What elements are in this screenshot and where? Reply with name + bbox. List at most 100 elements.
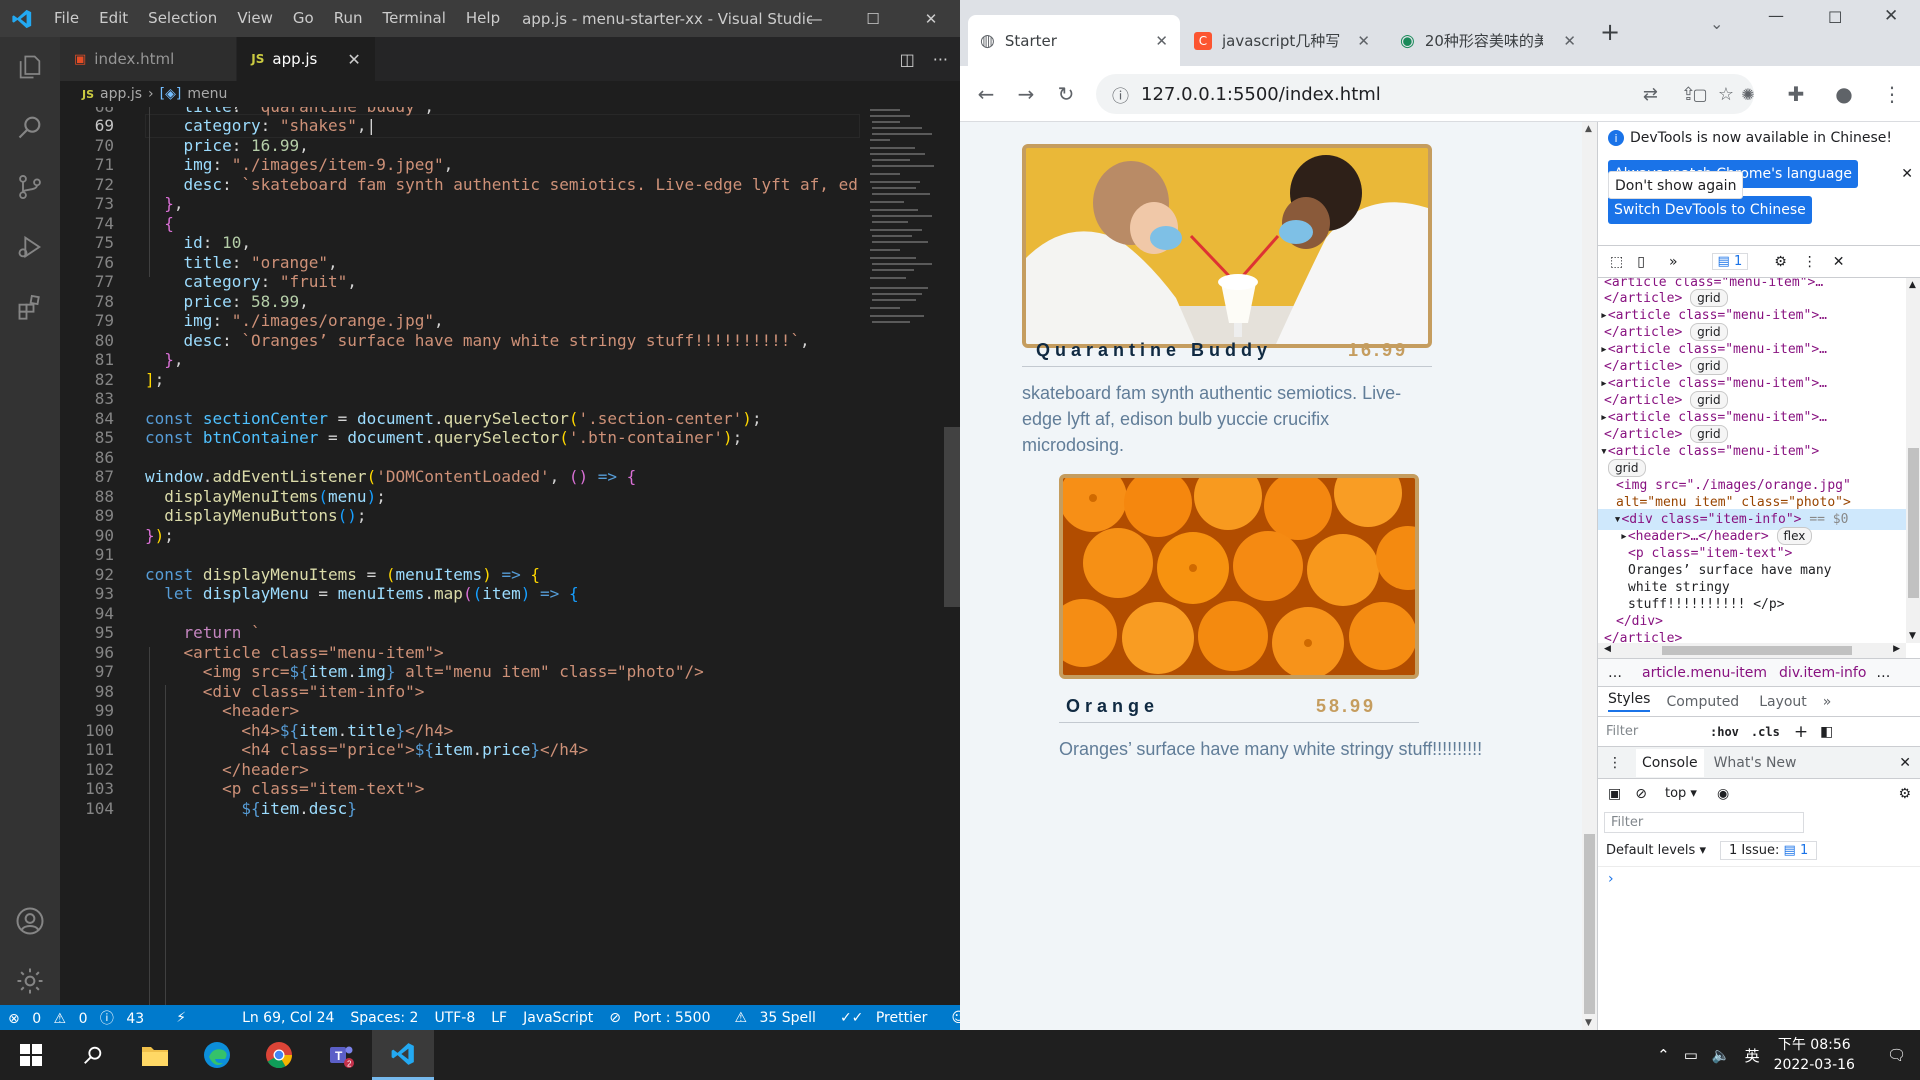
close-tab-icon[interactable]: ✕ bbox=[1155, 32, 1168, 50]
close-tab-icon[interactable]: ✕ bbox=[1357, 32, 1370, 50]
menu-view[interactable]: View bbox=[227, 0, 283, 37]
spell-status[interactable]: ⚠ 35 Spell bbox=[726, 1010, 831, 1026]
scroll-up-arrow-icon[interactable]: ▲ bbox=[1585, 124, 1592, 134]
browser-tab-starter[interactable]: ◍ Starter ✕ bbox=[968, 15, 1180, 66]
minimap[interactable] bbox=[860, 107, 944, 1005]
language-mode[interactable]: JavaScript bbox=[515, 1010, 601, 1026]
chrome-icon[interactable] bbox=[248, 1030, 310, 1080]
page-scrollbar[interactable]: ▲ ▼ bbox=[1582, 122, 1597, 1030]
dont-show-again-button[interactable]: Don't show again bbox=[1608, 171, 1744, 199]
search-icon[interactable] bbox=[62, 1030, 124, 1080]
default-levels-dropdown[interactable]: Default levels ▾ bbox=[1606, 843, 1706, 858]
notification-center-icon[interactable]: 🗨 bbox=[1887, 1046, 1906, 1064]
menu-run[interactable]: Run bbox=[324, 0, 373, 37]
device-toolbar-icon[interactable]: ▯ bbox=[1637, 254, 1645, 270]
inspect-element-icon[interactable]: ⬚ bbox=[1610, 254, 1623, 270]
close-drawer-icon[interactable]: ✕ bbox=[1899, 755, 1911, 771]
issues-badge[interactable]: ▤ 1 bbox=[1711, 253, 1749, 270]
console-prompt-row[interactable]: › bbox=[1598, 866, 1920, 890]
more-tabs-icon[interactable]: » bbox=[1669, 254, 1678, 270]
tab-whats-new[interactable]: What's New bbox=[1714, 755, 1797, 771]
hov-toggle[interactable]: :hov bbox=[1710, 725, 1739, 739]
code-editor[interactable]: id: 9, 68 title: "quarantine buddy", 69 … bbox=[60, 107, 860, 1005]
new-style-rule-icon[interactable]: + bbox=[1794, 722, 1808, 742]
chevron-up-icon[interactable]: ⌃ bbox=[1657, 1046, 1670, 1064]
styles-filter-input[interactable]: Filter bbox=[1606, 724, 1698, 739]
network-icon[interactable]: ▭ bbox=[1684, 1046, 1698, 1064]
extension2-icon[interactable]: ✺ bbox=[1728, 74, 1768, 114]
more-options-icon[interactable]: ⋮ bbox=[1803, 254, 1817, 270]
file-explorer-icon[interactable] bbox=[124, 1030, 186, 1080]
menu-help[interactable]: Help bbox=[456, 0, 510, 37]
address-bar[interactable]: ⓘ 127.0.0.1:5500/index.html ⇄ ⇪ ☆ bbox=[1096, 74, 1754, 114]
more-tabs-icon[interactable]: » bbox=[1823, 694, 1832, 710]
close-window-button[interactable]: ✕ bbox=[902, 0, 960, 37]
scrollbar-thumb[interactable] bbox=[944, 427, 960, 607]
chrome-menu-icon[interactable]: ⋮ bbox=[1872, 74, 1912, 114]
clock[interactable]: 下午 08:56 2022-03-16 bbox=[1774, 1035, 1855, 1075]
problems-status[interactable]: ⊗ 0 ⚠ 0 ⓘ 43 bbox=[0, 1008, 160, 1028]
encoding[interactable]: UTF-8 bbox=[426, 1010, 483, 1026]
context-select[interactable]: top ▾ bbox=[1665, 786, 1697, 801]
cls-toggle[interactable]: .cls bbox=[1751, 725, 1780, 739]
site-info-icon[interactable]: ⓘ bbox=[1112, 82, 1129, 107]
settings-gear-icon[interactable] bbox=[0, 951, 60, 1011]
settings-gear-icon[interactable]: ⚙ bbox=[1774, 254, 1787, 270]
maximize-button[interactable]: ☐ bbox=[844, 0, 902, 37]
browser-maximize-button[interactable]: ☐ bbox=[1828, 8, 1842, 27]
elements-scrollbar[interactable]: ▲ ▼ bbox=[1906, 278, 1920, 643]
tab-layout[interactable]: Layout bbox=[1759, 694, 1807, 710]
drawer-menu-icon[interactable]: ⋮ bbox=[1608, 755, 1622, 771]
console-settings-gear-icon[interactable]: ⚙ bbox=[1898, 786, 1911, 802]
menu-go[interactable]: Go bbox=[283, 0, 324, 37]
translate-icon[interactable]: ⇄ bbox=[1643, 84, 1658, 105]
browser-close-button[interactable]: ✕ bbox=[1884, 6, 1898, 26]
menu-terminal[interactable]: Terminal bbox=[373, 0, 456, 37]
feedback-icon[interactable]: ☺ bbox=[943, 1010, 960, 1026]
tab-index-html[interactable]: ▣ index.html bbox=[60, 37, 238, 81]
tab-console[interactable]: Console bbox=[1636, 748, 1704, 777]
volume-icon[interactable]: 🔈 bbox=[1712, 1046, 1731, 1064]
console-sidebar-icon[interactable]: ▣ bbox=[1608, 786, 1621, 802]
ime-indicator[interactable]: 英 bbox=[1745, 1045, 1760, 1066]
new-tab-button[interactable]: + bbox=[1600, 18, 1620, 46]
crumb-more[interactable]: … bbox=[1608, 665, 1622, 681]
live-share-icon[interactable]: ⚡ bbox=[168, 1010, 194, 1026]
explorer-icon[interactable] bbox=[0, 37, 60, 97]
more-actions-icon[interactable]: ··· bbox=[933, 50, 948, 69]
profile-avatar-icon[interactable]: ● bbox=[1824, 74, 1864, 114]
close-tab-icon[interactable]: ✕ bbox=[1563, 32, 1576, 50]
menu-selection[interactable]: Selection bbox=[138, 0, 227, 37]
extensions-icon[interactable] bbox=[0, 277, 60, 337]
teams-icon[interactable]: T2 bbox=[310, 1030, 372, 1080]
indentation[interactable]: Spaces: 2 bbox=[342, 1010, 426, 1026]
search-icon[interactable] bbox=[0, 97, 60, 157]
browser-tab-third[interactable]: ◉ 20种形容美味的美 ✕ bbox=[1388, 15, 1588, 66]
extension-icon[interactable]: ▢ bbox=[1680, 74, 1720, 114]
puzzle-extensions-icon[interactable]: ✚ bbox=[1776, 74, 1816, 114]
tab-search-icon[interactable]: ⌄ bbox=[1710, 14, 1723, 33]
live-server-port[interactable]: ⊘ Port : 5500 bbox=[601, 1010, 726, 1026]
tab-computed[interactable]: Computed bbox=[1666, 694, 1739, 710]
tab-styles[interactable]: Styles bbox=[1608, 691, 1651, 712]
issues-button[interactable]: 1 Issue: ▤ 1 bbox=[1720, 840, 1818, 860]
run-debug-icon[interactable] bbox=[0, 217, 60, 277]
scroll-down-arrow-icon[interactable]: ▼ bbox=[1585, 1018, 1592, 1028]
close-banner-icon[interactable]: ✕ bbox=[1901, 166, 1913, 182]
toggle-sidebar-icon[interactable]: ◧ bbox=[1820, 724, 1833, 740]
accounts-icon[interactable] bbox=[0, 891, 60, 951]
browser-tab-csdn[interactable]: C javascript几种写法 ✕ bbox=[1182, 15, 1382, 66]
crumb-article[interactable]: article.menu-item bbox=[1642, 665, 1767, 681]
cursor-position[interactable]: Ln 69, Col 24 bbox=[234, 1010, 342, 1026]
reload-icon[interactable]: ↻ bbox=[1046, 74, 1086, 114]
back-arrow-icon[interactable]: ← bbox=[966, 74, 1006, 114]
prettier-status[interactable]: ✓✓ Prettier bbox=[832, 1010, 943, 1026]
crumb-more[interactable]: … bbox=[1876, 665, 1890, 681]
minimize-button[interactable]: — bbox=[786, 0, 844, 37]
forward-arrow-icon[interactable]: → bbox=[1006, 74, 1046, 114]
live-expression-eye-icon[interactable]: ◉ bbox=[1717, 786, 1729, 802]
source-control-icon[interactable] bbox=[0, 157, 60, 217]
menu-edit[interactable]: Edit bbox=[89, 0, 138, 37]
browser-minimize-button[interactable]: — bbox=[1768, 6, 1784, 25]
menu-file[interactable]: File bbox=[44, 0, 89, 37]
